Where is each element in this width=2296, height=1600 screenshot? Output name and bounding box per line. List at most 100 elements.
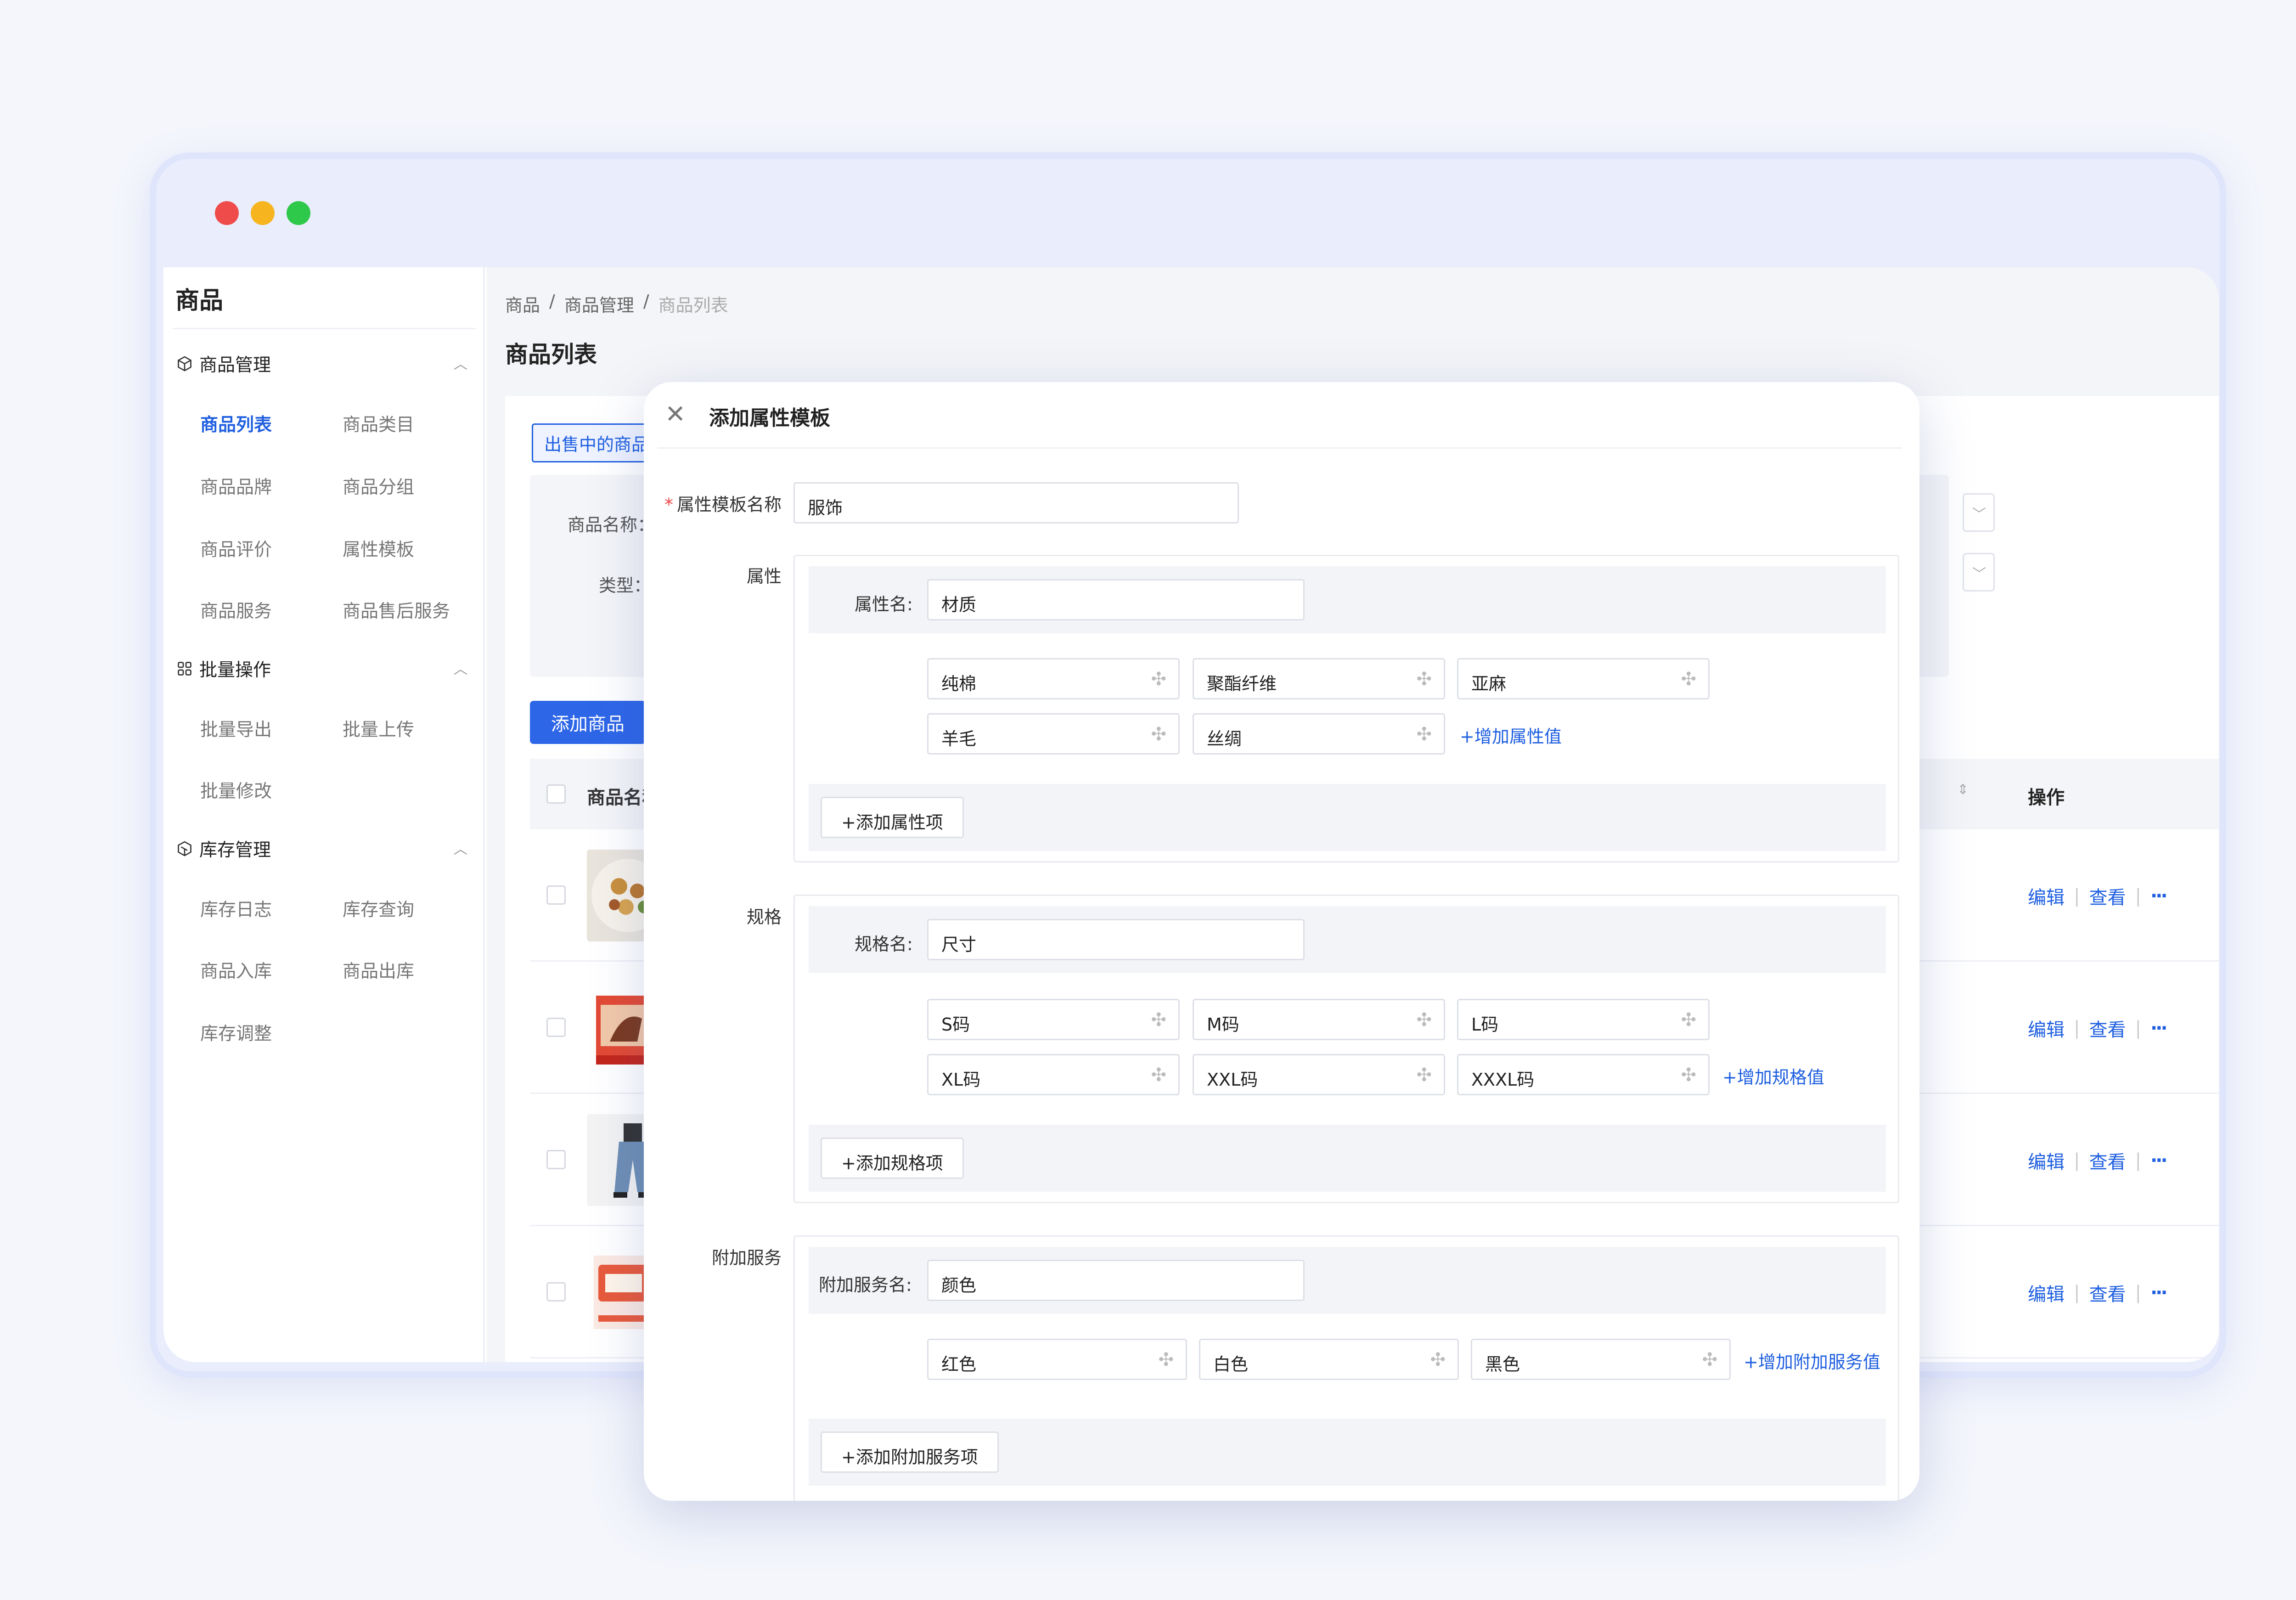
filter-select[interactable]: ﹀ (1963, 493, 1995, 532)
sidebar-item-goods-group[interactable]: 商品分组 (343, 473, 414, 499)
drag-handle-icon[interactable]: ✣ (1151, 1009, 1166, 1031)
sidebar-item-stock-out[interactable]: 商品出库 (343, 957, 414, 983)
spec-value-input[interactable]: S码 ✣ (927, 999, 1180, 1040)
sidebar-item-goods-category[interactable]: 商品类目 (343, 411, 414, 436)
spec-value-input[interactable]: M码 ✣ (1193, 999, 1445, 1040)
service-value-input[interactable]: 白色 ✣ (1199, 1339, 1459, 1380)
sidebar-item-stock-adjust[interactable]: 库存调整 (200, 1020, 272, 1045)
filter-name-label: 商品名称： (568, 515, 655, 535)
sidebar-item-after-sales[interactable]: 商品售后服务 (343, 597, 450, 623)
service-name-label: 附加服务名: (819, 1275, 912, 1295)
sidebar-item-batch-upload[interactable]: 批量上传 (343, 715, 414, 741)
row-actions: 编辑 | 查看 | ··· (2028, 1015, 2168, 1042)
sidebar-item-goods-service[interactable]: 商品服务 (200, 597, 272, 623)
chevron-up-icon[interactable]: ︿ (454, 658, 467, 678)
edit-link[interactable]: 编辑 (2028, 1279, 2065, 1306)
sort-icon[interactable]: ⇕ (1957, 782, 1969, 798)
close-icon[interactable]: ✕ (665, 400, 686, 428)
chevron-up-icon[interactable]: ︿ (454, 838, 467, 858)
sidebar-group-goods-management[interactable]: 商品管理 (175, 351, 271, 377)
spec-name-label: 规格名: (855, 934, 913, 954)
service-value-input[interactable]: 黑色 ✣ (1471, 1339, 1731, 1380)
sidebar-item-goods-review[interactable]: 商品评价 (200, 535, 272, 561)
attribute-name-row: 属性名: 材质 (809, 566, 1886, 633)
sidebar-item-batch-edit[interactable]: 批量修改 (200, 777, 272, 803)
drag-handle-icon[interactable]: ✣ (1416, 724, 1432, 745)
attribute-value-input[interactable]: 纯棉 ✣ (927, 658, 1180, 699)
add-goods-button[interactable]: 添加商品 (530, 701, 646, 744)
box-icon (175, 355, 194, 373)
row-checkbox[interactable] (546, 1018, 566, 1037)
drag-handle-icon[interactable]: ✣ (1702, 1349, 1717, 1370)
sidebar-group-stock[interactable]: 库存管理 (175, 836, 271, 862)
breadcrumb-item-goods[interactable]: 商品 (505, 291, 540, 316)
more-icon[interactable]: ··· (2150, 885, 2168, 907)
sidebar-item-stock-log[interactable]: 库存日志 (200, 896, 272, 921)
tab-on-sale[interactable]: 出售中的商品 (532, 423, 662, 462)
drag-handle-icon[interactable]: ✣ (1681, 1065, 1696, 1086)
drag-handle-icon[interactable]: ✣ (1151, 669, 1166, 690)
spec-value-input[interactable]: XXXL码 ✣ (1457, 1054, 1710, 1095)
window-maximize-dot[interactable] (287, 201, 310, 225)
window-minimize-dot[interactable] (251, 201, 275, 225)
edit-link[interactable]: 编辑 (2028, 883, 2065, 909)
drag-handle-icon[interactable]: ✣ (1416, 1009, 1432, 1031)
add-service-item-button[interactable]: +添加附加服务项 (821, 1431, 999, 1473)
spec-name-input[interactable]: 尺寸 (927, 919, 1305, 960)
sidebar-item-goods-brand[interactable]: 商品品牌 (200, 473, 272, 499)
sidebar-group-label: 库存管理 (199, 840, 271, 861)
spec-value-input[interactable]: L码 ✣ (1457, 999, 1710, 1040)
edit-link[interactable]: 编辑 (2028, 1147, 2065, 1174)
add-attribute-item-button[interactable]: +添加属性项 (821, 797, 964, 838)
add-attribute-template-modal: ✕ 添加属性模板 * 属性模板名称 服饰 属性 属性名: 材质 纯棉 ✣ 聚酯纤维 ✣… (644, 382, 1919, 1501)
drag-handle-icon[interactable]: ✣ (1430, 1349, 1446, 1370)
drag-handle-icon[interactable]: ✣ (1416, 669, 1432, 690)
view-link[interactable]: 查看 (2089, 1279, 2126, 1306)
sidebar-item-stock-query[interactable]: 库存查询 (343, 896, 414, 921)
drag-handle-icon[interactable]: ✣ (1681, 669, 1696, 690)
sidebar: 商品 商品管理 ︿ 商品列表 商品类目 商品品牌 商品分组 商品评价 属性模板 … (163, 267, 485, 1362)
add-spec-value-link[interactable]: +增加规格值 (1722, 1063, 1824, 1088)
attribute-value-input[interactable]: 丝绸 ✣ (1193, 713, 1445, 755)
breadcrumb-item-management[interactable]: 商品管理 (564, 291, 634, 316)
attribute-value-input[interactable]: 聚酯纤维 ✣ (1193, 658, 1445, 699)
view-link[interactable]: 查看 (2089, 1147, 2126, 1174)
more-icon[interactable]: ··· (2150, 1282, 2168, 1303)
spec-value-input[interactable]: XL码 ✣ (927, 1054, 1180, 1095)
drag-handle-icon[interactable]: ✣ (1158, 1349, 1174, 1370)
sidebar-item-goods-list[interactable]: 商品列表 (200, 411, 272, 436)
sidebar-item-batch-export[interactable]: 批量导出 (200, 715, 272, 741)
separator: | (2135, 1282, 2141, 1303)
add-attribute-value-link[interactable]: +增加属性值 (1460, 722, 1562, 748)
service-value-input[interactable]: 红色 ✣ (927, 1339, 1187, 1380)
view-link[interactable]: 查看 (2089, 1015, 2126, 1042)
drag-handle-icon[interactable]: ✣ (1416, 1065, 1432, 1086)
drag-handle-icon[interactable]: ✣ (1681, 1009, 1696, 1031)
attribute-value-input[interactable]: 羊毛 ✣ (927, 713, 1180, 755)
add-service-value-link[interactable]: +增加附加服务值 (1744, 1348, 1880, 1373)
sidebar-group-batch[interactable]: 批量操作 (175, 656, 271, 682)
chevron-down-icon: ﹀ (1972, 507, 1986, 523)
spec-value-input[interactable]: XXL码 ✣ (1193, 1054, 1445, 1095)
select-all-checkbox[interactable] (546, 784, 566, 804)
drag-handle-icon[interactable]: ✣ (1151, 1065, 1166, 1086)
attribute-name-input[interactable]: 材质 (927, 579, 1305, 620)
row-checkbox[interactable] (546, 1282, 566, 1301)
row-checkbox[interactable] (546, 1150, 566, 1169)
attribute-value-input[interactable]: 亚麻 ✣ (1457, 658, 1710, 699)
more-icon[interactable]: ··· (2150, 1018, 2168, 1039)
more-icon[interactable]: ··· (2150, 1150, 2168, 1171)
sidebar-item-stock-in[interactable]: 商品入库 (200, 957, 272, 983)
sidebar-item-attribute-template[interactable]: 属性模板 (343, 535, 414, 561)
modal-title: 添加属性模板 (709, 406, 830, 430)
view-link[interactable]: 查看 (2089, 883, 2126, 909)
template-name-input[interactable]: 服饰 (793, 482, 1239, 524)
drag-handle-icon[interactable]: ✣ (1151, 724, 1166, 745)
add-spec-item-button[interactable]: +添加规格项 (821, 1138, 964, 1179)
filter-select[interactable]: ﹀ (1963, 553, 1995, 592)
window-close-dot[interactable] (215, 201, 239, 225)
chevron-up-icon[interactable]: ︿ (454, 353, 467, 373)
service-name-input[interactable]: 颜色 (927, 1260, 1305, 1301)
edit-link[interactable]: 编辑 (2028, 1015, 2065, 1042)
row-checkbox[interactable] (546, 885, 566, 905)
